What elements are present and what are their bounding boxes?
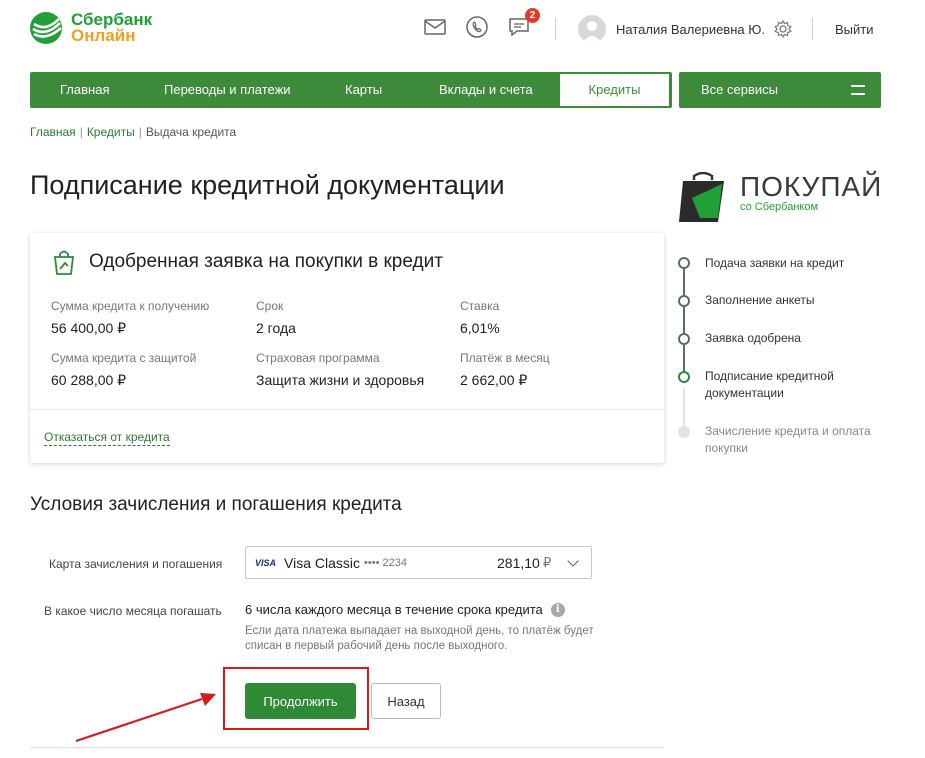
card-select-label: Карта зачисления и погашения <box>49 557 223 571</box>
pokupay-bag-icon <box>679 172 724 222</box>
field-value: 6,01% <box>460 320 500 336</box>
step-dot <box>678 333 690 345</box>
divider <box>30 409 664 410</box>
logo-subtitle: Онлайн <box>71 26 136 45</box>
step-dot-pending <box>678 426 690 438</box>
field-label: Ставка <box>460 299 500 313</box>
insurance-field: Страховая программа Защита жизни и здоро… <box>256 351 424 388</box>
field-label: Сумма кредита к получению <box>51 299 210 313</box>
sberbank-logo-icon <box>30 12 62 44</box>
step-dot-active <box>678 371 690 383</box>
step-dot <box>678 295 690 307</box>
field-value: Защита жизни и здоровья <box>256 372 425 388</box>
step-label: Заполнение анкеты <box>705 293 815 307</box>
steps-line <box>683 264 685 380</box>
back-button[interactable]: Назад <box>371 683 441 719</box>
user-name: Наталия Валериевна Ю. <box>616 21 765 37</box>
breadcrumb: Главная | Кредиты | Выдача кредита <box>30 125 237 139</box>
all-services-button[interactable]: Все сервисы <box>679 72 881 108</box>
header-divider <box>812 18 813 40</box>
logout-link[interactable]: Выйти <box>835 22 874 37</box>
pokupay-title: ПОКУПАЙ <box>740 171 883 202</box>
breadcrumb-current: Выдача кредита <box>145 125 237 139</box>
nav-item-home[interactable]: Главная <box>60 72 109 108</box>
field-value: 60 288,00 ₽ <box>51 372 127 388</box>
step-dot <box>678 257 690 269</box>
notification-badge: 2 <box>525 8 540 23</box>
approved-application-card: Одобренная заявка на покупки в кредит Су… <box>30 233 664 463</box>
divider <box>30 747 664 748</box>
step-label: Заявка одобрена <box>705 331 801 345</box>
chat-icon[interactable]: 2 <box>506 8 540 40</box>
nav-item-cards[interactable]: Карты <box>345 72 382 108</box>
refuse-credit-link[interactable]: Отказаться от кредита <box>44 430 170 446</box>
field-value: 2 года <box>256 320 296 336</box>
pointer-arrow-icon <box>75 693 216 743</box>
breadcrumb-credits[interactable]: Кредиты <box>87 125 135 139</box>
phone-icon[interactable] <box>464 14 490 40</box>
credit-amount-field: Сумма кредита к получению 56 400,00 ₽ <box>51 299 209 337</box>
field-value: 56 400,00 ₽ <box>51 320 127 336</box>
pokupay-subtitle: со Сбербанком <box>740 201 819 213</box>
card-balance: 281,10 <box>497 554 540 571</box>
card-number: •••• 2234 <box>364 556 407 569</box>
monthly-payment-field: Платёж в месяц 2 662,00 ₽ <box>460 351 550 389</box>
step-label: Зачисление кредита и оплата покупки <box>705 424 871 455</box>
rate-field: Ставка 6,01% <box>460 299 500 336</box>
payday-label: В какое число месяца погашать <box>44 604 222 618</box>
field-label: Платёж в месяц <box>460 351 550 365</box>
breadcrumb-home[interactable]: Главная <box>30 125 76 139</box>
continue-button[interactable]: Продолжить <box>245 683 356 719</box>
avatar <box>578 15 606 43</box>
chevron-down-icon <box>567 555 579 567</box>
card-name: Visa Classic <box>284 554 361 571</box>
user-profile[interactable]: Наталия Валериевна Ю. <box>578 15 792 43</box>
all-services-label: Все сервисы <box>701 82 778 97</box>
field-label: Страховая программа <box>256 351 380 365</box>
payday-value-row: 6 числа каждого месяца в течение срока к… <box>245 602 565 617</box>
page-title: Подписание кредитной документации <box>30 170 505 200</box>
field-label: Срок <box>256 299 284 313</box>
shopping-bag-icon <box>53 250 75 275</box>
main-nav: Главная Переводы и платежи Карты Вклады … <box>30 72 672 108</box>
card-title: Одобренная заявка на покупки в кредит <box>89 251 443 272</box>
payday-value: 6 числа каждого месяца в течение срока к… <box>245 602 543 617</box>
pokupay-logo: ПОКУПАЙ со Сбербанком <box>678 172 882 224</box>
card-select[interactable]: VISA Visa Classic •••• 2234 281,10 ₽ <box>245 546 592 579</box>
sberbank-logo[interactable]: Сбербанк Онлайн <box>28 10 152 46</box>
term-field: Срок 2 года <box>256 299 296 336</box>
conditions-title: Условия зачисления и погашения кредита <box>30 494 402 515</box>
nav-item-credits[interactable]: Кредиты <box>558 72 671 108</box>
field-value: 2 662,00 ₽ <box>460 372 528 388</box>
nav-item-deposits[interactable]: Вклады и счета <box>439 72 533 108</box>
nav-item-transfers[interactable]: Переводы и платежи <box>164 72 291 108</box>
protected-amount-field: Сумма кредита с защитой 60 288,00 ₽ <box>51 351 196 389</box>
card-currency: ₽ <box>543 554 552 570</box>
step-label: Подача заявки на кредит <box>705 256 845 270</box>
mail-icon[interactable] <box>422 14 448 40</box>
menu-icon <box>851 85 865 95</box>
field-label: Сумма кредита с защитой <box>51 351 197 365</box>
info-icon[interactable]: i <box>550 602 565 617</box>
steps-line-pending <box>683 388 685 428</box>
visa-logo-icon: VISA <box>255 557 277 568</box>
payday-note: Если дата платежа выпадает на выходной д… <box>245 625 594 652</box>
header-divider <box>555 18 556 40</box>
settings-gear-icon[interactable] <box>774 20 792 38</box>
step-label: Подписание кредитной документации <box>705 369 834 400</box>
